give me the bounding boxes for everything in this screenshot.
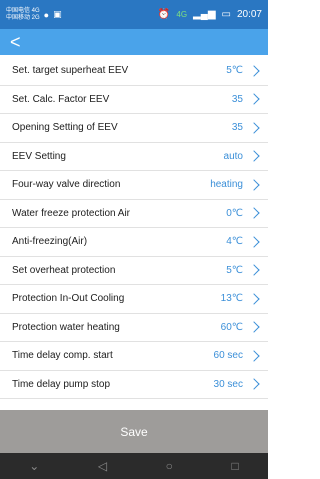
alarm-icon: ⏰: [157, 9, 171, 20]
setting-row-target-superheat[interactable]: Set. target superheat EEV 5℃: [0, 57, 268, 86]
status-left: 中国电信 4G 中国移动 2G ● ▣: [6, 8, 62, 22]
setting-label: Anti-freezing(Air): [12, 236, 88, 248]
setting-row-overheat[interactable]: Set overheat protection 5℃: [0, 257, 268, 285]
chevron-right-icon: [248, 264, 260, 276]
setting-label: Protection water heating: [12, 321, 120, 333]
setting-row-pump-stop-delay[interactable]: Time delay pump stop 30 sec: [0, 371, 268, 399]
clock-time: 20:07: [236, 9, 262, 20]
setting-row-calc-factor[interactable]: Set. Calc. Factor EEV 35: [0, 86, 268, 114]
setting-label: Protection In-Out Cooling: [12, 293, 125, 305]
setting-label: Time delay comp. start: [12, 350, 113, 362]
setting-label: Four-way valve direction: [12, 179, 121, 191]
setting-row-anti-freezing[interactable]: Anti-freezing(Air) 4℃: [0, 228, 268, 257]
chat-bubble-icon: ●: [43, 9, 50, 20]
setting-row-opening-setting[interactable]: Opening Setting of EEV 35: [0, 114, 268, 143]
chevron-right-icon: [248, 93, 260, 105]
setting-label: Water freeze protection Air: [12, 207, 131, 219]
setting-value: 5℃: [226, 264, 243, 276]
network-type: 4G: [176, 10, 188, 19]
setting-label: Set. target superheat EEV: [12, 65, 129, 77]
setting-value: 0℃: [226, 207, 243, 219]
chevron-right-icon: [248, 207, 260, 219]
signal-icon: ▂▄▆: [193, 9, 216, 20]
setting-value: 13℃: [220, 293, 243, 305]
setting-label: Opening Setting of EEV: [12, 122, 118, 134]
setting-value: 35: [231, 122, 243, 134]
chevron-right-icon: [248, 378, 260, 390]
home-circle-icon[interactable]: ○: [166, 459, 173, 473]
setting-label: Set. Calc. Factor EEV: [12, 93, 110, 105]
setting-label: Set overheat protection: [12, 264, 116, 276]
setting-value: 60 sec: [213, 350, 243, 362]
chevron-right-icon: [248, 236, 260, 248]
setting-value: 30 sec: [213, 378, 243, 390]
carrier-info: 中国电信 4G 中国移动 2G: [6, 8, 40, 22]
chevron-right-icon: [248, 293, 260, 305]
setting-row-four-way-valve[interactable]: Four-way valve direction heating: [0, 171, 268, 200]
setting-row-water-freeze[interactable]: Water freeze protection Air 0℃: [0, 200, 268, 228]
chevron-right-icon: [248, 65, 260, 77]
setting-value: 4℃: [226, 236, 243, 248]
setting-label: Time delay pump stop: [12, 378, 111, 390]
back-triangle-icon[interactable]: ◁: [98, 459, 107, 473]
carrier-top: 中国电信 4G: [6, 7, 40, 14]
setting-value: heating: [210, 179, 243, 191]
chevron-right-icon: [248, 122, 260, 134]
back-arrow-icon[interactable]: <: [10, 31, 21, 53]
chevron-right-icon: [248, 150, 260, 162]
status-bar: 中国电信 4G 中国移动 2G ● ▣ ⏰ 4G ▂▄▆ ▭ 20:07: [0, 0, 268, 29]
carrier-bottom: 中国移动 2G: [6, 14, 40, 21]
recents-square-icon[interactable]: □: [231, 459, 238, 473]
setting-value: 35: [231, 93, 243, 105]
setting-row-comp-start-delay[interactable]: Time delay comp. start 60 sec: [0, 342, 268, 371]
battery-icon: ▭: [221, 9, 231, 20]
save-button[interactable]: Save: [0, 410, 268, 453]
android-nav-bar: ⌄ ◁ ○ □: [0, 453, 268, 479]
setting-value: 60℃: [220, 321, 243, 333]
title-bar: <: [0, 29, 268, 55]
setting-label: EEV Setting: [12, 150, 66, 162]
status-right: ⏰ 4G ▂▄▆ ▭ 20:07: [158, 9, 262, 20]
image-icon: ▣: [53, 9, 62, 19]
setting-row-in-out-cooling[interactable]: Protection In-Out Cooling 13℃: [0, 285, 268, 314]
chevron-right-icon: [248, 350, 260, 362]
chevron-right-icon: [248, 321, 260, 333]
chevron-right-icon: [248, 179, 260, 191]
setting-row-eev-setting[interactable]: EEV Setting auto: [0, 143, 268, 171]
setting-value: 5℃: [226, 65, 243, 77]
settings-list: Set. target superheat EEV 5℃ Set. Calc. …: [0, 57, 268, 399]
setting-value: auto: [223, 150, 243, 162]
chevron-down-icon[interactable]: ⌄: [29, 459, 39, 473]
setting-row-water-heating[interactable]: Protection water heating 60℃: [0, 314, 268, 342]
